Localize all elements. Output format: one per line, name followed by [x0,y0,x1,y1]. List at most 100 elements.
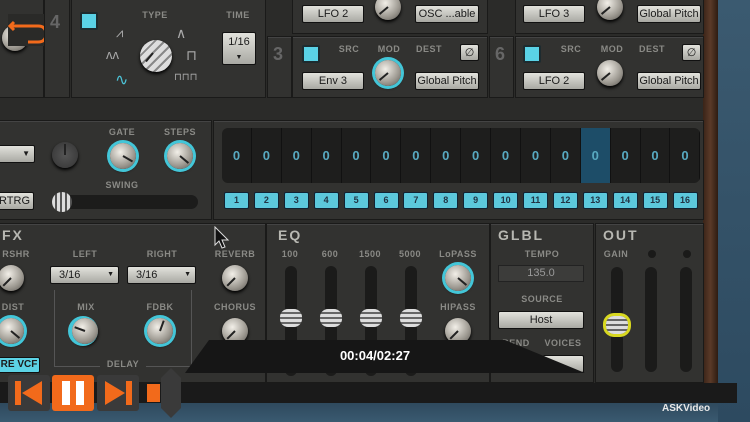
slot-3-dest-label: DEST [415,44,442,54]
slot-2-dest-select[interactable]: OSC ...able [415,5,479,23]
next-button[interactable] [97,375,139,411]
step-value-cell[interactable]: 0 [551,128,581,183]
delay-right-select[interactable]: 3/16 ▼ [127,266,196,284]
slot-6-src-select[interactable]: LFO 2 [523,72,585,90]
mouse-cursor-icon [214,225,230,255]
eq-band-fader[interactable] [360,309,382,327]
step-button[interactable]: 2 [253,192,279,209]
saw-wave-icon[interactable]: ⩘ [116,25,123,41]
pause-button[interactable] [52,375,94,411]
random-wave-icon[interactable]: ⊓⊓⊓ [174,72,197,83]
slot-6-mod-label: MOD [600,44,624,54]
slot-5-src-select[interactable]: LFO 3 [523,5,585,23]
step-value-cell[interactable]: 0 [641,128,671,183]
eq-band-label: 600 [321,249,339,259]
step-value-cell[interactable]: 0 [431,128,462,183]
step-value-cell[interactable]: 0 [461,128,492,183]
step-button[interactable]: 7 [403,192,429,209]
eq-band-fader[interactable] [280,309,302,327]
scrubber-handle[interactable] [161,368,181,418]
step-value-cell[interactable]: 0 [611,128,641,183]
lfo-type-knob[interactable] [140,40,172,72]
step-value-cell[interactable]: 0 [342,128,372,183]
slot-6-dest-select[interactable]: Global Pitch [637,72,701,90]
pre-vcf-button[interactable]: RE VCF [0,357,40,373]
step-value-cell[interactable]: 0 [521,128,551,183]
square-wave-icon[interactable]: ⊓ [186,47,197,64]
eq-band-fader[interactable] [320,309,342,327]
step-button[interactable]: 11 [523,192,548,209]
slot-2-src-select[interactable]: LFO 2 [302,5,364,23]
slot-6-mod-knob[interactable] [597,60,623,86]
triangle-wave-icon[interactable]: ∧ [176,25,186,42]
step-button[interactable]: 16 [672,192,698,209]
slot-3-src-select[interactable]: Env 3 [302,72,364,90]
step-button[interactable]: 12 [552,192,578,209]
delay-left-label: LEFT [72,249,98,259]
sine-wave-icon[interactable]: ∿ [115,70,128,90]
step-button[interactable]: 1 [224,192,249,209]
tempo-field[interactable]: 135.0 [498,265,584,282]
arp-octave-knob[interactable] [52,142,78,168]
step-button[interactable]: 3 [283,192,309,209]
meter-led-right [683,250,691,258]
step-button[interactable]: 9 [463,192,489,209]
step-value-cell[interactable]: 0 [580,128,611,183]
step-value-cell[interactable]: 0 [491,128,521,183]
gain-fader-handle[interactable] [606,316,628,334]
meter-left [645,267,657,372]
source-select[interactable]: Host [498,311,584,329]
slot-3-bypass-button[interactable]: ∅ [460,44,479,61]
step-button[interactable]: 14 [612,192,638,209]
delay-fdbk-label: FDBK [146,302,174,312]
progress-indicator[interactable] [147,384,160,402]
step-value-cell[interactable]: 0 [222,128,252,183]
slot-3-dest-select[interactable]: Global Pitch [415,72,479,90]
step-button[interactable]: 13 [582,192,608,209]
step-value-cell[interactable]: 0 [282,128,312,183]
eq-band-label: 100 [281,249,299,259]
step-button[interactable]: 6 [373,192,399,209]
step-value-cell[interactable]: 0 [252,128,282,183]
swing-slider-handle[interactable] [52,192,72,212]
ramp-wave-icon[interactable]: ʌʌ [106,47,119,62]
chevron-down-icon: ▼ [22,149,30,158]
arp-mode-select[interactable]: ▼ [0,145,35,163]
reverb-knob[interactable] [222,265,248,291]
rtrg-button[interactable]: RTRG [0,192,34,210]
step-value-cell[interactable]: 0 [312,128,342,183]
step-button[interactable]: 4 [313,192,339,209]
gate-knob[interactable] [110,143,136,169]
lopass-knob[interactable] [445,265,471,291]
step-value-cell[interactable]: 0 [671,128,700,183]
step-value-cell[interactable]: 0 [372,128,402,183]
step-button[interactable]: 15 [642,192,668,209]
lfo-time-select[interactable]: 1/16 ▼ [222,32,256,65]
step-button[interactable]: 5 [343,192,369,209]
rshr-label: RSHR [2,249,30,259]
slot-3-mod-label: MOD [377,44,401,54]
slot-3-src-label: SRC [338,44,360,54]
steps-knob[interactable] [167,143,193,169]
step-button[interactable]: 8 [433,192,459,209]
previous-button[interactable] [8,375,50,411]
slot-6-bypass-button[interactable]: ∅ [682,44,701,61]
delay-fdbk-knob[interactable] [147,318,173,344]
lopass-label: LoPASS [439,249,477,259]
step-value-cell[interactable]: 0 [401,128,432,183]
fx-title: FX [2,227,24,243]
slot-3-mod-knob[interactable] [375,60,401,86]
lfo-enable-toggle[interactable] [80,12,98,30]
chorus-label: CHORUS [213,302,256,312]
chevron-down-icon: ▼ [235,54,243,61]
slot-5-dest-select[interactable]: Global Pitch [637,5,701,23]
lfo-type-label: TYPE [142,10,168,20]
eq-band-fader[interactable] [400,309,422,327]
delay-left-select[interactable]: 3/16 ▼ [50,266,119,284]
step-button[interactable]: 10 [493,192,519,209]
swing-slider-track[interactable] [52,195,198,209]
delay-mix-knob[interactable] [72,318,98,344]
slot-3-enable-toggle[interactable] [302,45,320,63]
source-label: SOURCE [521,294,563,304]
slot-6-enable-toggle[interactable] [523,45,541,63]
